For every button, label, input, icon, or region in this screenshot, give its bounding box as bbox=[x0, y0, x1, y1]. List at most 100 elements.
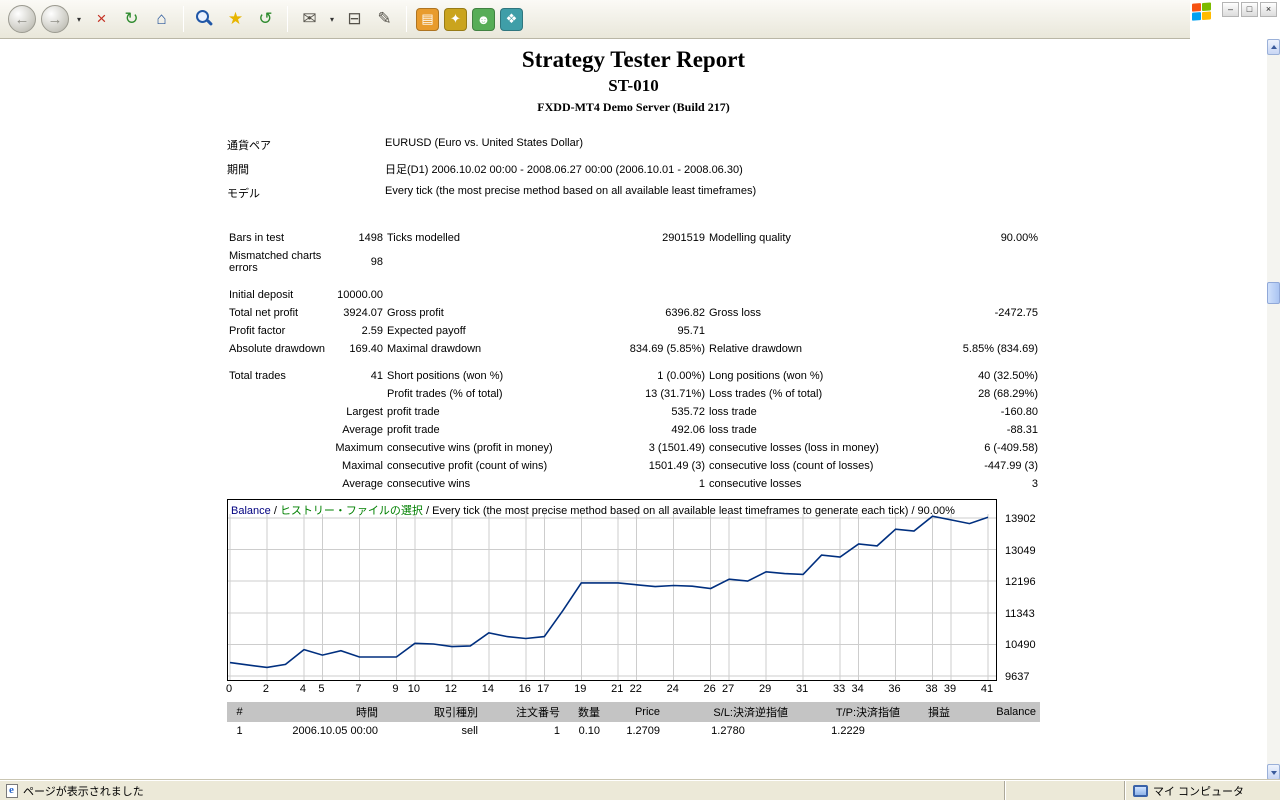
stat-value: 5.85% (834.69) bbox=[962, 343, 1038, 355]
stat-value bbox=[625, 286, 707, 304]
maximize-button[interactable]: □ bbox=[1241, 2, 1258, 17]
y-tick-label: 13049 bbox=[1005, 544, 1036, 557]
chart-caption-part: Balance bbox=[231, 505, 271, 517]
home-icon: ⌂ bbox=[156, 9, 167, 28]
y-tick-label: 10490 bbox=[1005, 639, 1036, 652]
stats-row: Mismatched charts errors 98 bbox=[227, 247, 1040, 277]
strategy-tester-report: Strategy Tester Report ST-010 FXDD-MT4 D… bbox=[225, 47, 1040, 739]
messenger-button[interactable]: ☻ bbox=[472, 7, 495, 31]
chart-caption-part: / Every tick (the most precise method ba… bbox=[422, 505, 955, 517]
stat-label: profit trade bbox=[387, 406, 440, 418]
stat-value: Largest bbox=[346, 406, 383, 418]
close-button[interactable]: × bbox=[1260, 2, 1277, 17]
status-zone-text: マイ コンピュータ bbox=[1153, 785, 1245, 798]
stat-label: Short positions (won %) bbox=[387, 370, 504, 382]
balance-chart: Balance / ヒストリー・ファイルの選択 / Every tick (th… bbox=[225, 499, 1040, 697]
report-subtitle: ST-010 bbox=[608, 76, 659, 95]
stat-label: Relative drawdown bbox=[709, 343, 802, 355]
stat-value: 3 (1501.49) bbox=[648, 442, 705, 454]
trades-header-row: # 時間 取引種別 注文番号 数量 Price S/L:決済逆指値 T/P:決済指値 損益 Bal… bbox=[227, 702, 1040, 722]
stat-value: 2.59 bbox=[361, 325, 383, 337]
x-tick-label: 7 bbox=[355, 683, 362, 695]
scroll-up-button[interactable] bbox=[1267, 39, 1280, 55]
status-middle-pane bbox=[1005, 781, 1125, 800]
minimize-button[interactable]: – bbox=[1222, 2, 1239, 17]
favorites-button[interactable]: ★ bbox=[223, 6, 248, 33]
app-gold-button[interactable]: ✦ bbox=[444, 7, 467, 31]
window-corner: – □ × bbox=[1190, 0, 1280, 39]
app-teal-button[interactable]: ❖ bbox=[500, 7, 523, 31]
report-title: Strategy Tester Report bbox=[521, 47, 746, 72]
scroll-down-button[interactable] bbox=[1267, 764, 1280, 780]
stat-label bbox=[227, 475, 327, 493]
home-button[interactable]: ⌂ bbox=[149, 6, 174, 33]
stat-value: 535.72 bbox=[671, 406, 705, 418]
stat-label: consecutive wins (profit in money) bbox=[387, 442, 553, 454]
trade-cell bbox=[904, 722, 954, 739]
report-server: FXDD-MT4 Demo Server (Build 217) bbox=[537, 100, 730, 114]
print-button[interactable]: ⊟ bbox=[342, 6, 367, 33]
trade-header-cell: # bbox=[227, 702, 252, 722]
edit-button[interactable]: ✎ bbox=[372, 6, 397, 33]
search-button[interactable] bbox=[193, 6, 218, 33]
trade-header-cell: Price bbox=[604, 702, 664, 722]
stat-label: Profit factor bbox=[229, 325, 286, 337]
stat-value: 40 (32.50%) bbox=[978, 370, 1038, 382]
back-button[interactable]: ← bbox=[8, 5, 36, 33]
chart-y-axis: 13902 13049 12196 11343 10490 9637 bbox=[227, 500, 1040, 683]
mail-button[interactable]: ✉ bbox=[297, 6, 322, 33]
app-orange-button[interactable]: ▤ bbox=[416, 7, 439, 31]
stat-value: 95.71 bbox=[677, 325, 705, 337]
chart-caption-part: / bbox=[270, 505, 280, 517]
refresh-button[interactable]: ↻ bbox=[119, 6, 144, 33]
x-tick-label: 34 bbox=[851, 683, 864, 695]
stop-icon: × bbox=[96, 9, 107, 28]
stats-row: Average consecutive wins 1 consecutive loss… bbox=[227, 475, 1040, 493]
x-tick-label: 0 bbox=[225, 683, 233, 695]
scroll-thumb[interactable] bbox=[1267, 282, 1280, 304]
vertical-scrollbar[interactable] bbox=[1267, 39, 1280, 780]
stat-value: 2901519 bbox=[662, 232, 705, 244]
forward-button[interactable]: → bbox=[41, 5, 69, 33]
windows-logo-icon bbox=[1192, 2, 1213, 22]
mail-dropdown[interactable]: ▾ bbox=[327, 5, 337, 33]
x-tick-label: 22 bbox=[629, 683, 642, 695]
chart-caption-part: ヒストリー・ファイルの選択 bbox=[279, 505, 423, 517]
stat-label: Long positions (won %) bbox=[709, 370, 824, 382]
forward-dropdown[interactable]: ▾ bbox=[74, 5, 84, 33]
stat-value: Maximum bbox=[335, 442, 383, 454]
chevron-down-icon: ▾ bbox=[329, 14, 334, 24]
stat-label: Profit trades (% of total) bbox=[387, 388, 503, 400]
search-icon bbox=[193, 6, 218, 33]
history-button[interactable]: ↺ bbox=[253, 6, 278, 33]
chart-x-axis: 0 2 4 5 7 9 10 12 14 16 17 19 21 22 24 26 27 29 31 33 34 36 38… bbox=[225, 683, 997, 696]
trade-cell: 1 bbox=[236, 724, 243, 737]
stop-button[interactable]: × bbox=[89, 6, 114, 33]
x-tick-label: 19 bbox=[574, 683, 587, 695]
stat-label: Loss trades (% of total) bbox=[709, 388, 823, 400]
stat-value: Average bbox=[342, 424, 383, 436]
stats-spacer bbox=[227, 358, 1040, 367]
app-orange-icon: ▤ bbox=[416, 7, 439, 31]
chevron-down-icon: ▾ bbox=[76, 14, 81, 24]
stat-value: 13 (31.71%) bbox=[645, 388, 705, 400]
x-tick-label: 26 bbox=[703, 683, 716, 695]
meta-label: 期間 bbox=[227, 164, 249, 176]
app-gold-icon: ✦ bbox=[444, 7, 467, 31]
meta-value: EURUSD (Euro vs. United States Dollar) bbox=[385, 137, 584, 149]
stat-value: 1 (0.00%) bbox=[657, 370, 705, 382]
meta-row: 通貨ペア EURUSD (Euro vs. United States Dolla… bbox=[227, 133, 756, 157]
status-zone-pane: マイ コンピュータ bbox=[1125, 781, 1280, 800]
trade-cell bbox=[954, 722, 1040, 739]
y-tick-label: 12196 bbox=[1005, 576, 1036, 589]
stat-label bbox=[227, 439, 327, 457]
mail-icon: ✉ bbox=[302, 9, 317, 28]
stats-row: Initial deposit 10000.00 bbox=[227, 286, 1040, 304]
stat-label bbox=[707, 286, 937, 304]
trade-cell: 2006.10.05 00:00 bbox=[292, 724, 378, 737]
status-left-pane: ページが表示されました bbox=[0, 781, 1005, 800]
stat-label: Mismatched charts errors bbox=[229, 250, 322, 274]
trade-cell: 1.2780 bbox=[711, 724, 745, 737]
x-tick-label: 4 bbox=[299, 683, 306, 695]
stat-label: consecutive loss (count of losses) bbox=[709, 460, 874, 472]
